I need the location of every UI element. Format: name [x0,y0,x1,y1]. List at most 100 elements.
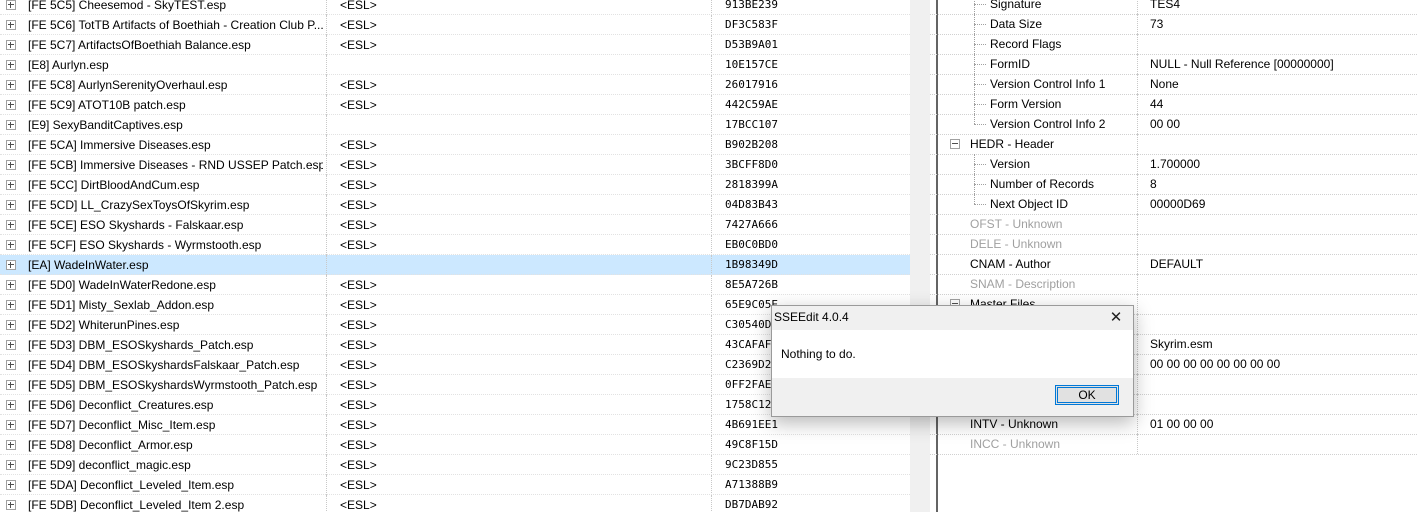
field-label: Record Flags [990,37,1062,51]
plugin-list[interactable]: [FE 5C5] Cheesemod - SkyTEST.esp <ESL> 913… [0,0,910,512]
plugin-row[interactable]: [E8] Aurlyn.esp 10E157CE [0,55,910,75]
expand-icon[interactable] [6,200,16,210]
expand-icon[interactable] [6,180,16,190]
record-view[interactable]: Signature TES4 Data Size 73 Record Flags Form… [930,0,1417,512]
plugin-name: [FE 5CF] ESO Skyshards - Wyrmstooth.esp [28,238,262,252]
record-field-row[interactable]: Version Control Info 1 None [930,74,1417,95]
expand-icon[interactable] [6,160,16,170]
field-value: Skyrim.esm [1150,337,1213,351]
plugin-row[interactable]: [FE 5CF] ESO Skyshards - Wyrmstooth.esp <… [0,235,910,255]
expand-icon[interactable] [6,420,16,430]
column-divider [1137,334,1139,354]
plugin-flag: <ESL> [340,458,377,472]
record-field-row[interactable]: Record Flags [930,34,1417,55]
field-label: Form Version [990,97,1062,111]
column-divider [326,35,328,55]
plugin-row[interactable]: [FE 5D0] WadeInWaterRedone.esp <ESL> 8E5A7… [0,275,910,295]
expand-icon[interactable] [6,260,16,270]
plugin-crc: 26017916 [725,78,778,91]
record-field-row[interactable]: Next Object ID 00000D69 [930,194,1417,215]
expand-icon[interactable] [6,360,16,370]
expand-icon[interactable] [6,0,16,10]
expand-icon[interactable] [6,320,16,330]
expand-icon[interactable] [6,120,16,130]
plugin-name: [FE 5C5] Cheesemod - SkyTEST.esp [28,0,227,12]
record-field-row[interactable]: HEDR - Header [930,134,1417,155]
plugin-row[interactable]: [FE 5DB] Deconflict_Leveled_Item 2.esp <E… [0,495,910,512]
plugin-row[interactable]: [E9] SexyBanditCaptives.esp 17BCC107 [0,115,910,135]
tree-line [974,4,986,6]
expand-icon[interactable] [6,400,16,410]
column-divider [711,175,713,195]
expand-icon[interactable] [6,480,16,490]
record-field-row[interactable]: SNAM - Description [930,274,1417,295]
plugin-row[interactable]: [FE 5C5] Cheesemod - SkyTEST.esp <ESL> 913… [0,0,910,15]
tree-line [974,164,986,166]
record-field-row[interactable]: FormID NULL - Null Reference [00000000] [930,54,1417,75]
plugin-name: [FE 5D5] DBM_ESOSkyshardsWyrmstooth_Patc… [28,378,318,392]
pane-splitter[interactable] [910,0,930,512]
field-label: CNAM - Author [970,257,1051,271]
expand-icon[interactable] [6,500,16,510]
record-field-row[interactable]: Version 1.700000 [930,154,1417,175]
plugin-row[interactable]: [FE 5D7] Deconflict_Misc_Item.esp <ESL> 4B… [0,415,910,435]
close-icon[interactable]: ✕ [1101,306,1131,330]
column-divider [1137,0,1139,14]
record-field-row[interactable]: CNAM - Author DEFAULT [930,254,1417,275]
expand-icon[interactable] [6,240,16,250]
record-field-row[interactable]: Form Version 44 [930,94,1417,115]
plugin-row[interactable]: [FE 5D8] Deconflict_Armor.esp <ESL> 49C8F1… [0,435,910,455]
expand-icon[interactable] [6,280,16,290]
column-divider [711,195,713,215]
record-field-row[interactable]: INTV - Unknown 01 00 00 00 [930,414,1417,435]
plugin-row[interactable]: [FE 5C6] TotTB Artifacts of Boethiah - C… [0,15,910,35]
plugin-row[interactable]: [EA] WadeInWater.esp 1B98349D [0,255,910,275]
plugin-crc: DB7DAB92 [725,498,778,511]
collapse-icon[interactable] [950,139,960,149]
plugin-row[interactable]: [FE 5CB] Immersive Diseases - RND USSEP … [0,155,910,175]
plugin-crc: 9C23D855 [725,458,778,471]
plugin-row[interactable]: [FE 5DA] Deconflict_Leveled_Item.esp <ESL… [0,475,910,495]
column-divider [326,235,328,255]
record-field-row[interactable]: Signature TES4 [930,0,1417,15]
plugin-row[interactable]: [FE 5C7] ArtifactsOfBoethiah Balance.esp… [0,35,910,55]
record-field-row[interactable]: Number of Records 8 [930,174,1417,195]
record-field-row[interactable]: DELE - Unknown [930,234,1417,255]
ok-button[interactable]: OK [1055,385,1119,405]
expand-icon[interactable] [6,40,16,50]
plugin-flag: <ESL> [340,438,377,452]
plugin-row[interactable]: [FE 5D9] deconflict_magic.esp <ESL> 9C23D8… [0,455,910,475]
expand-icon[interactable] [6,220,16,230]
record-field-row[interactable]: Data Size 73 [930,14,1417,35]
plugin-crc: 1758C12 [725,398,772,411]
record-field-row[interactable]: OFST - Unknown [930,214,1417,235]
field-value: DEFAULT [1150,257,1204,271]
column-divider [1137,34,1139,54]
plugin-row[interactable]: [FE 5CC] DirtBloodAndCum.esp <ESL> 2818399… [0,175,910,195]
column-divider [1137,254,1139,274]
expand-icon[interactable] [6,460,16,470]
plugin-row[interactable]: [FE 5C8] AurlynSerenityOverhaul.esp <ESL>… [0,75,910,95]
record-field-row[interactable]: INCC - Unknown [930,434,1417,455]
plugin-row[interactable]: [FE 5CE] ESO Skyshards - Falskaar.esp <ES… [0,215,910,235]
column-divider [1137,434,1139,454]
tree-line [974,184,986,186]
column-divider [711,75,713,95]
column-divider [711,455,713,475]
expand-icon[interactable] [6,20,16,30]
expand-icon[interactable] [6,340,16,350]
expand-icon[interactable] [6,380,16,390]
plugin-name: [FE 5CD] LL_CrazySexToysOfSkyrim.esp [28,198,250,212]
plugin-row[interactable]: [FE 5C9] ATOT10B patch.esp <ESL> 442C59AE [0,95,910,115]
plugin-row[interactable]: [FE 5CD] LL_CrazySexToysOfSkyrim.esp <ESL… [0,195,910,215]
expand-icon[interactable] [6,140,16,150]
expand-icon[interactable] [6,60,16,70]
plugin-row[interactable]: [FE 5CA] Immersive Diseases.esp <ESL> B902… [0,135,910,155]
column-divider [711,115,713,135]
record-field-row[interactable]: Version Control Info 2 00 00 [930,114,1417,135]
expand-icon[interactable] [6,100,16,110]
expand-icon[interactable] [6,440,16,450]
expand-icon[interactable] [6,300,16,310]
expand-icon[interactable] [6,80,16,90]
plugin-name: [FE 5D0] WadeInWaterRedone.esp [28,278,216,292]
